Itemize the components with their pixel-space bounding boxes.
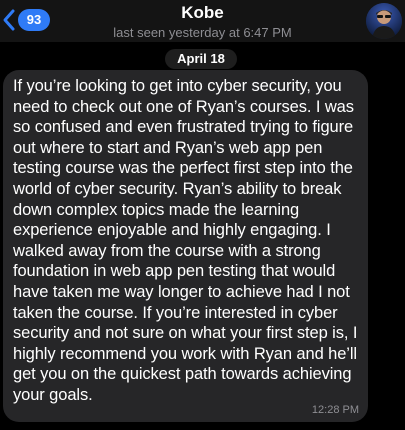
avatar-image xyxy=(366,3,402,39)
message-text: If you’re looking to get into cyber secu… xyxy=(13,77,358,404)
chat-header: 93 Kobe last seen yesterday at 6:47 PM xyxy=(0,0,405,42)
message-time: 12:28 PM xyxy=(311,404,359,416)
date-separator: April 18 xyxy=(165,49,237,69)
message-bubble[interactable]: If you’re looking to get into cyber secu… xyxy=(3,70,368,422)
contact-info[interactable]: Kobe last seen yesterday at 6:47 PM xyxy=(0,3,405,41)
contact-name: Kobe xyxy=(181,3,224,22)
avatar[interactable] xyxy=(366,3,402,39)
last-seen-status: last seen yesterday at 6:47 PM xyxy=(113,25,292,40)
